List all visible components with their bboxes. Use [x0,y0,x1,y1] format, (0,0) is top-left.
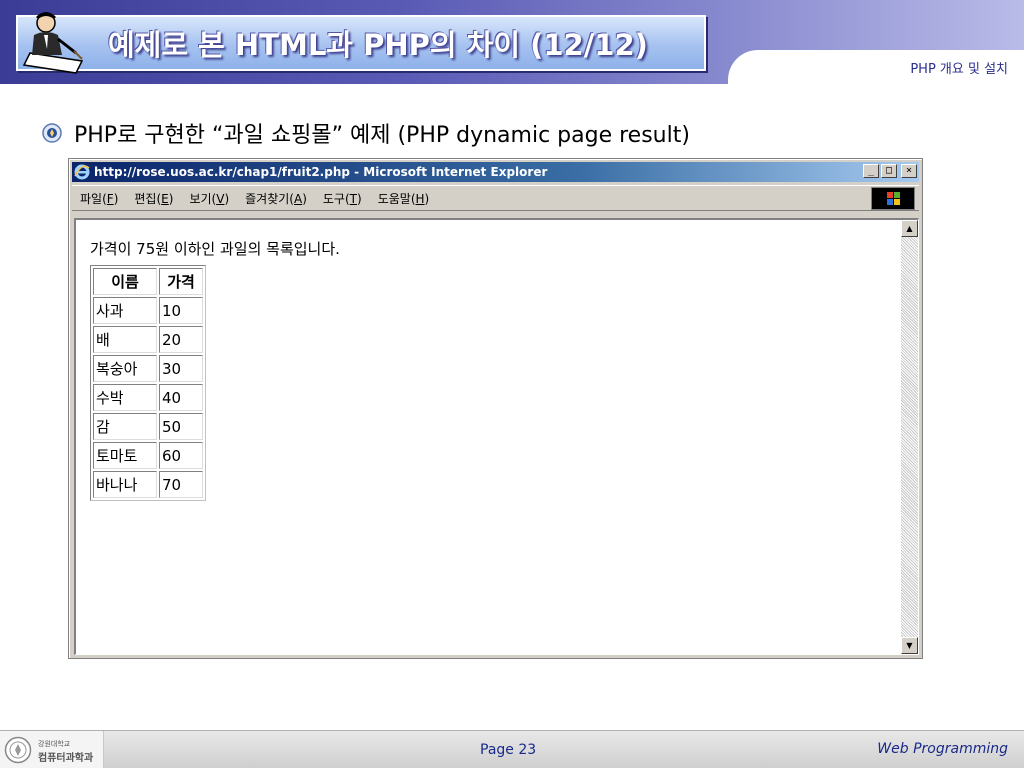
bullet-text: PHP로 구현한 “과일 쇼핑몰” 예제 (PHP dynamic page r… [74,123,690,148]
browser-title: http://rose.uos.ac.kr/chap1/fruit2.php -… [94,165,548,179]
fruit-price: 30 [159,355,203,382]
fruit-price: 10 [159,297,203,324]
browser-content: 가격이 75원 이하인 과일의 목록입니다. 이름 가격 사과 10 배 20 … [74,218,919,655]
scroll-up-button[interactable]: ▲ [901,220,918,237]
table-row: 감 50 [93,413,203,440]
column-header-name: 이름 [93,268,157,295]
university-name: 강원대학교 [38,740,71,748]
table-row: 바나나 70 [93,471,203,498]
fruit-table: 이름 가격 사과 10 배 20 복숭아 30 수박 40 감 50 토마토 6… [90,265,206,501]
column-header-price: 가격 [159,268,203,295]
bullet-line: PHP로 구현한 “과일 쇼핑몰” 예제 (PHP dynamic page r… [42,116,690,150]
table-row: 수박 40 [93,384,203,411]
university-seal-icon [4,736,32,764]
fruit-name: 감 [93,413,157,440]
windows-logo-icon [871,187,915,210]
fruit-name: 바나나 [93,471,157,498]
vertical-scrollbar[interactable]: ▲ ▼ [901,220,918,654]
fruit-name: 토마토 [93,442,157,469]
table-row: 배 20 [93,326,203,353]
table-row: 복숭아 30 [93,355,203,382]
menu-bar: 파일(F) 편집(E) 보기(V) 즐겨찾기(A) 도구(T) 도움말(H) [72,185,919,211]
menu-tools[interactable]: 도구(T) [315,188,370,209]
table-row: 사과 10 [93,297,203,324]
window-buttons: _ □ × [863,164,917,178]
slide-title: 예제로 본 HTML과 PHP의 차이 (12/12) [108,28,648,62]
fruit-price: 60 [159,442,203,469]
footer: 강원대학교 컴퓨터과학과 Page 23 Web Programming [0,730,1024,768]
footer-logo: 강원대학교 컴퓨터과학과 [0,731,104,768]
fruit-price: 50 [159,413,203,440]
menu-edit[interactable]: 편집(E) [126,188,181,209]
man-writing-icon [22,12,84,74]
fruit-price: 70 [159,471,203,498]
fruit-name: 수박 [93,384,157,411]
menu-file[interactable]: 파일(F) [72,188,126,209]
fruit-name: 복숭아 [93,355,157,382]
fruit-price: 40 [159,384,203,411]
table-row: 토마토 60 [93,442,203,469]
menu-help[interactable]: 도움말(H) [370,188,438,209]
university-emblem-icon [42,123,62,143]
page-heading: 가격이 75원 이하인 과일의 목록입니다. [90,240,340,258]
maximize-button[interactable]: □ [881,164,897,178]
table-header-row: 이름 가격 [93,268,203,295]
scroll-down-button[interactable]: ▼ [901,637,918,654]
fruit-name: 배 [93,326,157,353]
close-button[interactable]: × [901,164,917,178]
browser-window: http://rose.uos.ac.kr/chap1/fruit2.php -… [68,158,923,659]
browser-titlebar[interactable]: http://rose.uos.ac.kr/chap1/fruit2.php -… [72,162,919,182]
fruit-price: 20 [159,326,203,353]
slide-subtitle: PHP 개요 및 설치 [910,62,1008,77]
fruit-name: 사과 [93,297,157,324]
minimize-button[interactable]: _ [863,164,879,178]
department-name: 컴퓨터과학과 [38,753,94,764]
page-area: 가격이 75원 이하인 과일의 목록입니다. 이름 가격 사과 10 배 20 … [90,238,340,501]
menu-favorites[interactable]: 즐겨찾기(A) [237,188,315,209]
course-name: Web Programming [877,741,1008,757]
menu-view[interactable]: 보기(V) [181,188,237,209]
title-box: 예제로 본 HTML과 PHP의 차이 (12/12) [16,12,706,74]
page-number: Page 23 [480,742,537,758]
ie-logo-icon [74,164,90,180]
